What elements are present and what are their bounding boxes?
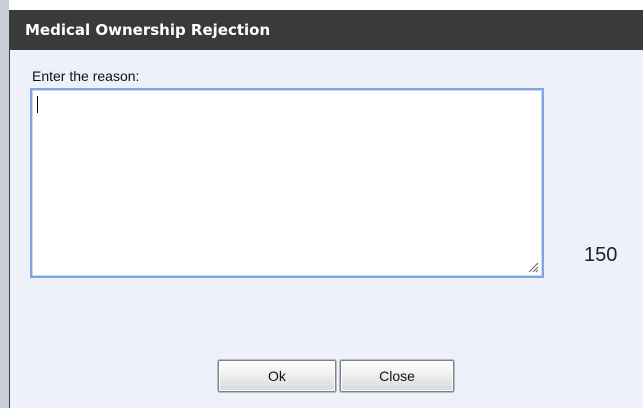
medical-ownership-rejection-dialog: Medical Ownership Rejection Enter the re… xyxy=(9,10,643,408)
dialog-title-bar[interactable]: Medical Ownership Rejection xyxy=(10,10,643,50)
reason-label: Enter the reason: xyxy=(32,68,140,84)
reason-textarea-frame[interactable] xyxy=(30,88,544,278)
reason-textarea[interactable] xyxy=(34,92,540,274)
text-cursor xyxy=(37,96,38,113)
background-page-fragment xyxy=(470,0,590,6)
remaining-character-count: 150 xyxy=(584,244,618,266)
ok-button[interactable]: Ok xyxy=(218,360,336,392)
dialog-title: Medical Ownership Rejection xyxy=(25,21,271,39)
close-button[interactable]: Close xyxy=(340,360,454,392)
background-page-edge xyxy=(0,0,9,408)
resize-grip-icon[interactable] xyxy=(527,261,539,273)
screen: Medical Ownership Rejection Enter the re… xyxy=(0,0,643,408)
